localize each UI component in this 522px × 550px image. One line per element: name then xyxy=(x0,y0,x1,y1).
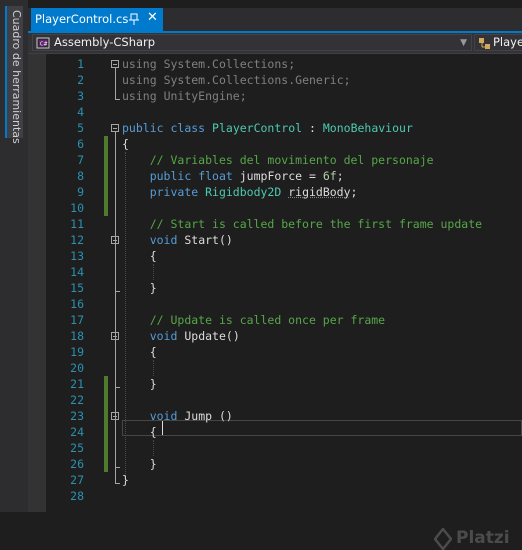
change-marker xyxy=(104,136,108,216)
code-line[interactable]: using System.Collections.Generic; xyxy=(122,72,351,88)
code-line[interactable]: { xyxy=(122,248,157,264)
code-line[interactable]: } xyxy=(122,280,157,296)
collapse-toggle-icon[interactable] xyxy=(111,124,119,132)
line-number: 7 xyxy=(77,153,84,167)
code-line[interactable]: using System.Collections; xyxy=(122,56,295,72)
line-number: 13 xyxy=(70,249,84,263)
code-line[interactable]: private Rigidbody2D rigidBody; xyxy=(122,184,358,200)
line-number: 15 xyxy=(70,281,84,295)
line-number: 9 xyxy=(77,185,84,199)
close-icon[interactable]: ✕ xyxy=(147,10,158,26)
line-number: 10 xyxy=(70,201,84,215)
line-number: 18 xyxy=(70,329,84,343)
collapse-toggle-icon[interactable] xyxy=(111,412,119,420)
tab-playercontrol[interactable]: PlayerControl.cs ✕ xyxy=(31,8,163,31)
code-line[interactable]: public float jumpForce = 6f; xyxy=(122,168,344,184)
line-number: 4 xyxy=(77,105,84,119)
fold-end xyxy=(115,291,120,292)
code-line[interactable]: } xyxy=(122,472,129,488)
line-number: 17 xyxy=(70,313,84,327)
fold-end xyxy=(115,467,120,468)
code-line[interactable]: using UnityEngine; xyxy=(122,88,247,104)
project-name: Assembly-CSharp xyxy=(54,35,156,49)
watermark-text: Platzi xyxy=(456,528,510,548)
code-line[interactable]: void Update() xyxy=(122,328,240,344)
line-number: 21 xyxy=(70,377,84,391)
collapse-toggle-icon[interactable] xyxy=(111,236,119,244)
platzi-watermark: Platzi xyxy=(434,528,510,550)
class-icon xyxy=(479,38,490,49)
toolbox-strip: Cuadro de herramientas xyxy=(0,0,28,512)
navigation-bar: C# Assembly-CSharp ▼ PlayerControl xyxy=(28,33,522,54)
collapse-toggle-icon[interactable] xyxy=(111,332,119,340)
change-marker xyxy=(104,376,108,472)
code-line[interactable]: // Start is called before the first fram… xyxy=(122,216,482,232)
line-number: 2 xyxy=(77,73,84,87)
code-line[interactable]: // Variables del movimiento del personaj… xyxy=(122,152,434,168)
code-line[interactable]: public class PlayerControl : MonoBehavio… xyxy=(122,120,413,136)
line-number: 14 xyxy=(70,265,84,279)
fold-end xyxy=(115,99,120,100)
indent-guide xyxy=(153,264,154,280)
fold-line xyxy=(115,132,116,484)
type-dropdown[interactable]: PlayerControl xyxy=(474,34,522,51)
code-line[interactable]: // Update is called once per frame xyxy=(122,312,385,328)
code-line[interactable]: { xyxy=(122,344,157,360)
code-line[interactable]: } xyxy=(122,376,157,392)
csharp-project-icon: C# xyxy=(36,37,50,49)
line-number: 23 xyxy=(70,409,84,423)
code-line[interactable]: } xyxy=(122,456,157,472)
pin-icon[interactable] xyxy=(127,11,141,27)
type-name: PlayerControl xyxy=(493,35,522,49)
indent-guide xyxy=(153,440,154,456)
fold-line xyxy=(115,68,116,100)
glyph-margin xyxy=(28,54,46,512)
line-number: 26 xyxy=(70,457,84,471)
line-number: 12 xyxy=(70,233,84,247)
line-number: 24 xyxy=(70,425,84,439)
code-line[interactable]: void Jump () xyxy=(122,408,233,424)
line-number: 19 xyxy=(70,345,84,359)
line-number: 22 xyxy=(70,393,84,407)
indent-guide xyxy=(153,360,154,376)
collapse-toggle-icon[interactable] xyxy=(111,60,119,68)
code-line[interactable]: { xyxy=(122,136,129,152)
line-number: 28 xyxy=(70,489,84,503)
tab-label: PlayerControl.cs xyxy=(35,12,129,26)
project-dropdown[interactable]: C# Assembly-CSharp ▼ xyxy=(32,34,472,51)
line-number: 27 xyxy=(70,473,84,487)
code-line[interactable]: { xyxy=(122,424,157,440)
fold-end xyxy=(115,483,120,484)
toolbox-tab[interactable]: Cuadro de herramientas xyxy=(5,6,23,144)
platzi-logo-icon xyxy=(434,528,452,550)
svg-text:C#: C# xyxy=(40,42,48,48)
line-number: 6 xyxy=(77,137,84,151)
line-number: 16 xyxy=(70,297,84,311)
line-number: 8 xyxy=(77,169,84,183)
line-number: 3 xyxy=(77,89,84,103)
document-tab-bar: PlayerControl.cs ✕ xyxy=(28,8,522,33)
toolbox-label: Cuadro de herramientas xyxy=(10,10,23,144)
fold-end xyxy=(115,387,120,388)
line-number: 20 xyxy=(70,361,84,375)
line-number: 11 xyxy=(70,217,84,231)
chevron-down-icon: ▼ xyxy=(460,38,467,48)
line-number: 25 xyxy=(70,441,84,455)
code-line[interactable]: void Start() xyxy=(122,232,233,248)
line-number: 5 xyxy=(77,121,84,135)
line-number: 1 xyxy=(77,57,84,71)
code-editor[interactable]: 1 2 3 4 5 6 7 8 9 10 11 12 13 14 15 16 1… xyxy=(28,54,522,550)
